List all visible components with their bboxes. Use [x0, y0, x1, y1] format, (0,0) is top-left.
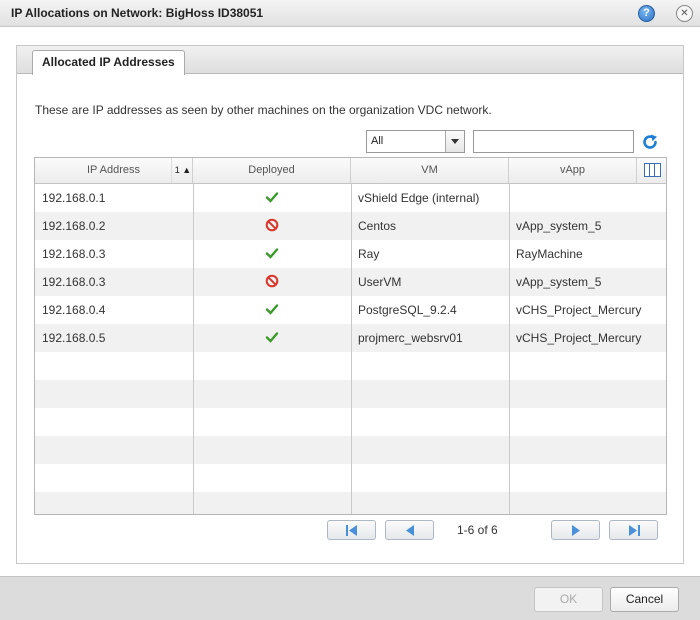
tab-allocated-ip-addresses[interactable]: Allocated IP Addresses: [32, 50, 185, 75]
column-chooser-icon[interactable]: [644, 163, 661, 177]
checkmark-icon: [265, 304, 279, 315]
cell-vapp: [509, 184, 666, 212]
column-divider: [193, 184, 194, 514]
column-header-vapp[interactable]: vApp: [509, 158, 637, 183]
dialog-title: IP Allocations on Network: BigHoss ID380…: [11, 6, 264, 20]
checkmark-icon: [265, 248, 279, 259]
refresh-icon[interactable]: [641, 133, 659, 151]
last-page-icon: [629, 525, 640, 536]
cell-vm: projmerc_websrv01: [358, 331, 463, 345]
first-page-button[interactable]: [327, 520, 376, 540]
sort-ascending-icon: 1 ▲: [171, 158, 194, 183]
cell-ip-address: 192.168.0.3: [42, 247, 106, 261]
cancel-button[interactable]: Cancel: [610, 587, 679, 612]
cell-vapp: vCHS_Project_Mercury: [516, 331, 642, 345]
dialog-titlebar: IP Allocations on Network: BigHoss ID380…: [0, 0, 700, 27]
chevron-down-icon: [445, 131, 464, 152]
page-info-text: 1-6 of 6: [457, 523, 498, 537]
cell-vapp: vApp_system_5: [516, 275, 602, 289]
not-allowed-icon: [265, 274, 279, 288]
checkmark-icon: [265, 332, 279, 343]
next-page-button[interactable]: [551, 520, 600, 540]
next-page-icon: [572, 525, 580, 536]
cell-vapp: vCHS_Project_Mercury: [516, 303, 642, 317]
tab-strip: Allocated IP Addresses: [17, 46, 683, 75]
cell-vapp: RayMachine: [516, 247, 583, 261]
filter-selected-value: All: [371, 135, 384, 147]
table-header: IP Address 1 ▲ Deployed VM vApp: [35, 158, 666, 184]
cell-vm: vShield Edge (internal): [358, 191, 480, 205]
filter-dropdown[interactable]: All: [366, 130, 465, 153]
cell-ip-address: 192.168.0.1: [42, 191, 106, 205]
column-label-ip-address: IP Address: [87, 164, 140, 176]
previous-page-button[interactable]: [385, 520, 434, 540]
column-header-ip-address[interactable]: IP Address 1 ▲: [35, 158, 193, 183]
dialog-content: Allocated IP Addresses These are IP addr…: [16, 45, 684, 564]
ip-allocations-table: IP Address 1 ▲ Deployed VM vApp 192.168.…: [34, 157, 667, 515]
first-page-icon: [346, 525, 357, 536]
cell-vm: UserVM: [358, 275, 402, 289]
description-text: These are IP addresses as seen by other …: [35, 103, 492, 117]
column-divider: [509, 184, 510, 514]
cell-vapp: vApp_system_5: [516, 219, 602, 233]
cell-ip-address: 192.168.0.2: [42, 219, 106, 233]
not-allowed-icon: [265, 218, 279, 232]
help-icon[interactable]: ?: [638, 5, 655, 22]
ok-button[interactable]: OK: [534, 587, 603, 612]
cell-vm: Ray: [358, 247, 380, 261]
last-page-button[interactable]: [609, 520, 658, 540]
cell-vm: Centos: [358, 219, 397, 233]
column-divider: [351, 184, 352, 514]
cell-ip-address: 192.168.0.4: [42, 303, 106, 317]
previous-page-icon: [406, 525, 414, 536]
cell-ip-address: 192.168.0.3: [42, 275, 106, 289]
close-icon[interactable]: ✕: [676, 5, 693, 22]
search-input[interactable]: [473, 130, 634, 153]
column-header-deployed[interactable]: Deployed: [193, 158, 351, 183]
cell-vm: PostgreSQL_9.2.4: [358, 303, 457, 317]
cell-ip-address: 192.168.0.5: [42, 331, 106, 345]
dialog-footer: OK Cancel: [0, 576, 700, 620]
column-header-vm[interactable]: VM: [351, 158, 509, 183]
checkmark-icon: [265, 192, 279, 203]
